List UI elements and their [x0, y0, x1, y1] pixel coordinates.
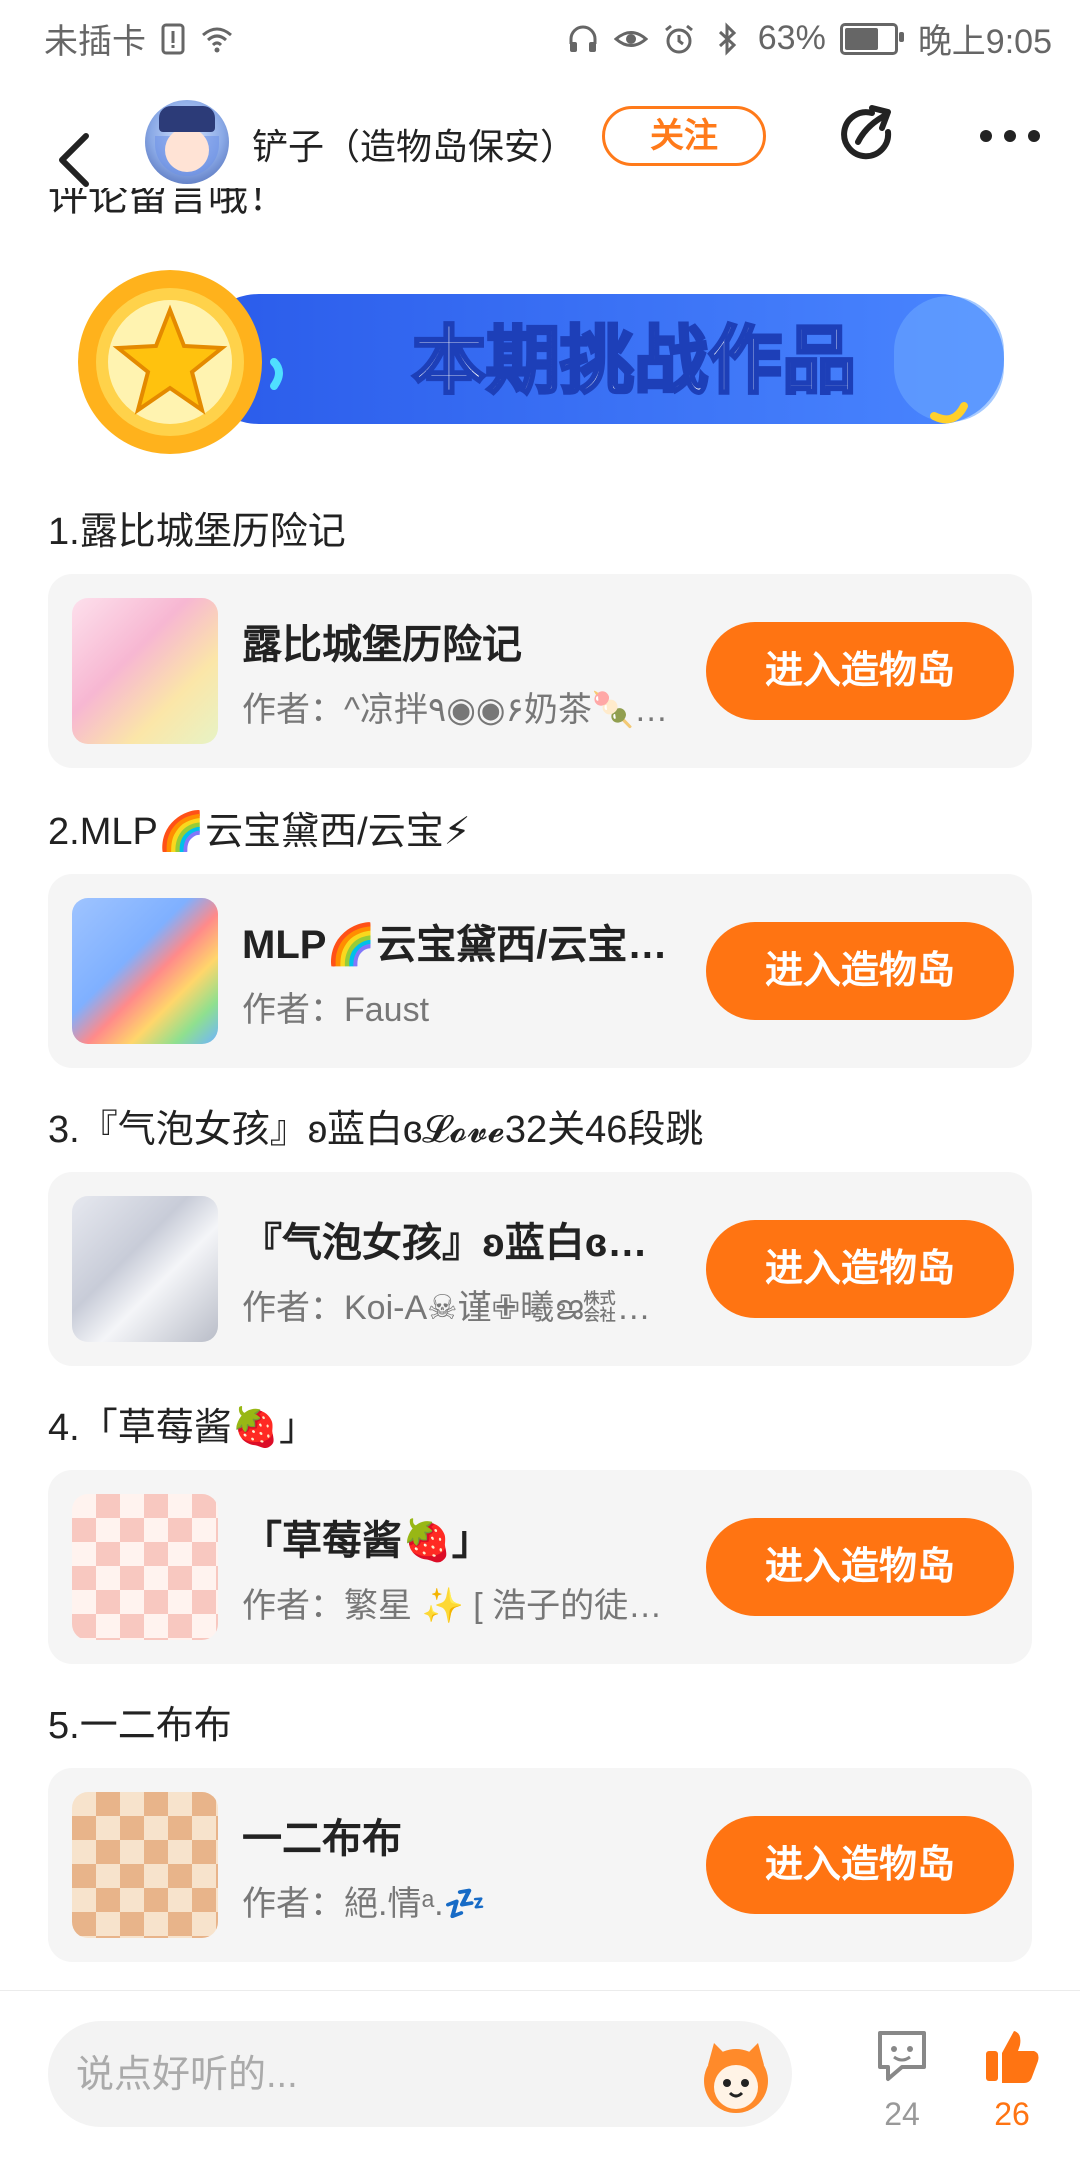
comment-bubble-icon	[878, 2031, 926, 2081]
status-right: 63% 晚上9:05	[566, 14, 1052, 63]
mascot-avatar-icon[interactable]	[694, 2035, 778, 2119]
work-thumbnail[interactable]	[72, 1494, 218, 1640]
work-author: 作者：Koi-A☠谨✙曦ജ㍿…	[242, 1289, 651, 1327]
status-bar: 未插卡 63% 晚上9:05	[0, 0, 1080, 76]
follow-button[interactable]: 关注	[602, 106, 766, 166]
work-card[interactable]: 『气泡女孩』ʚ蓝白ɞ… 作者：Koi-A☠谨✙曦ജ㍿… 进入造物岛	[48, 1172, 1032, 1366]
clock: 晚上9:05	[917, 23, 1052, 61]
bluetooth-icon	[718, 21, 736, 56]
work-title: 「草莓酱🍓」	[242, 1519, 492, 1563]
thumbs-up-icon	[986, 2031, 1039, 2083]
section-title: 4.「草莓酱🍓」	[48, 1407, 318, 1449]
headset-icon	[569, 25, 597, 52]
bottom-bar: 24 26	[0, 1990, 1080, 2161]
avatar[interactable]	[145, 100, 229, 184]
sim-alert-icon	[161, 23, 185, 54]
status-left: 未插卡	[44, 14, 234, 63]
work-thumbnail[interactable]	[72, 898, 218, 1044]
work-thumbnail[interactable]	[72, 1196, 218, 1342]
eye-icon	[613, 30, 648, 47]
like-count: 26	[994, 2096, 1030, 2132]
comment-input[interactable]	[74, 2047, 698, 2103]
work-title: 露比城堡历险记	[242, 623, 522, 667]
work-author: 作者：繁星 ✨ [ 浩子的徒…	[242, 1587, 663, 1625]
alarm-icon	[664, 24, 693, 53]
carrier-label: 未插卡	[44, 23, 146, 61]
enter-island-button[interactable]: 进入造物岛	[706, 1518, 1014, 1616]
work-author: 作者：^凉拌٩◉◉۶奶茶🍡…	[242, 691, 669, 729]
work-thumbnail[interactable]	[72, 598, 218, 744]
wifi-icon	[202, 27, 232, 52]
section-title: 2.MLP🌈云宝黛西/云宝⚡	[48, 811, 471, 853]
work-card[interactable]: 露比城堡历险记作者：^凉拌٩◉◉۶奶茶🍡… 进入造物岛	[48, 574, 1032, 768]
comment-box[interactable]	[48, 2021, 792, 2127]
like-button[interactable]: 26	[972, 2027, 1052, 2133]
enter-island-button[interactable]: 进入造物岛	[706, 1816, 1014, 1914]
work-card[interactable]: MLP🌈云宝黛西/云宝… 作者：Faust 进入造物岛	[48, 874, 1032, 1068]
share-icon[interactable]	[836, 102, 902, 168]
work-author: 作者：絕.情ᵃ.💤	[242, 1885, 486, 1923]
work-card[interactable]: 一二布布作者：絕.情ᵃ.💤 进入造物岛	[48, 1768, 1032, 1962]
banner-title: 本期挑战作品	[412, 319, 856, 402]
challenge-banner: 本期挑战作品	[78, 270, 1004, 454]
section-title: 1.露比城堡历险记	[48, 511, 346, 553]
section-title: 5.一二布布	[48, 1705, 232, 1747]
clipped-text: 评论留言哦！	[48, 188, 288, 219]
work-card[interactable]: 「草莓酱🍓」作者：繁星 ✨ [ 浩子的徒… 进入造物岛	[48, 1470, 1032, 1664]
more-options-icon[interactable]	[978, 124, 1042, 148]
work-title: MLP🌈云宝黛西/云宝…	[242, 923, 668, 967]
enter-island-button[interactable]: 进入造物岛	[706, 622, 1014, 720]
enter-island-button[interactable]: 进入造物岛	[706, 1220, 1014, 1318]
work-thumbnail[interactable]	[72, 1792, 218, 1938]
enter-island-button[interactable]: 进入造物岛	[706, 922, 1014, 1020]
work-author: 作者：Faust	[242, 991, 430, 1029]
battery-percent: 63%	[757, 19, 826, 57]
comments-button[interactable]: 24	[862, 2027, 942, 2133]
comment-count: 24	[884, 2096, 920, 2132]
section-title: 3.『气泡女孩』ʚ蓝白ɞ𝓛𝓸𝓿𝓮32关46段跳	[48, 1109, 704, 1151]
username[interactable]: 铲子（造物岛保安）	[252, 118, 576, 170]
work-title: 『气泡女孩』ʚ蓝白ɞ…	[242, 1221, 648, 1265]
work-title: 一二布布	[242, 1817, 402, 1861]
battery-icon	[839, 22, 904, 55]
